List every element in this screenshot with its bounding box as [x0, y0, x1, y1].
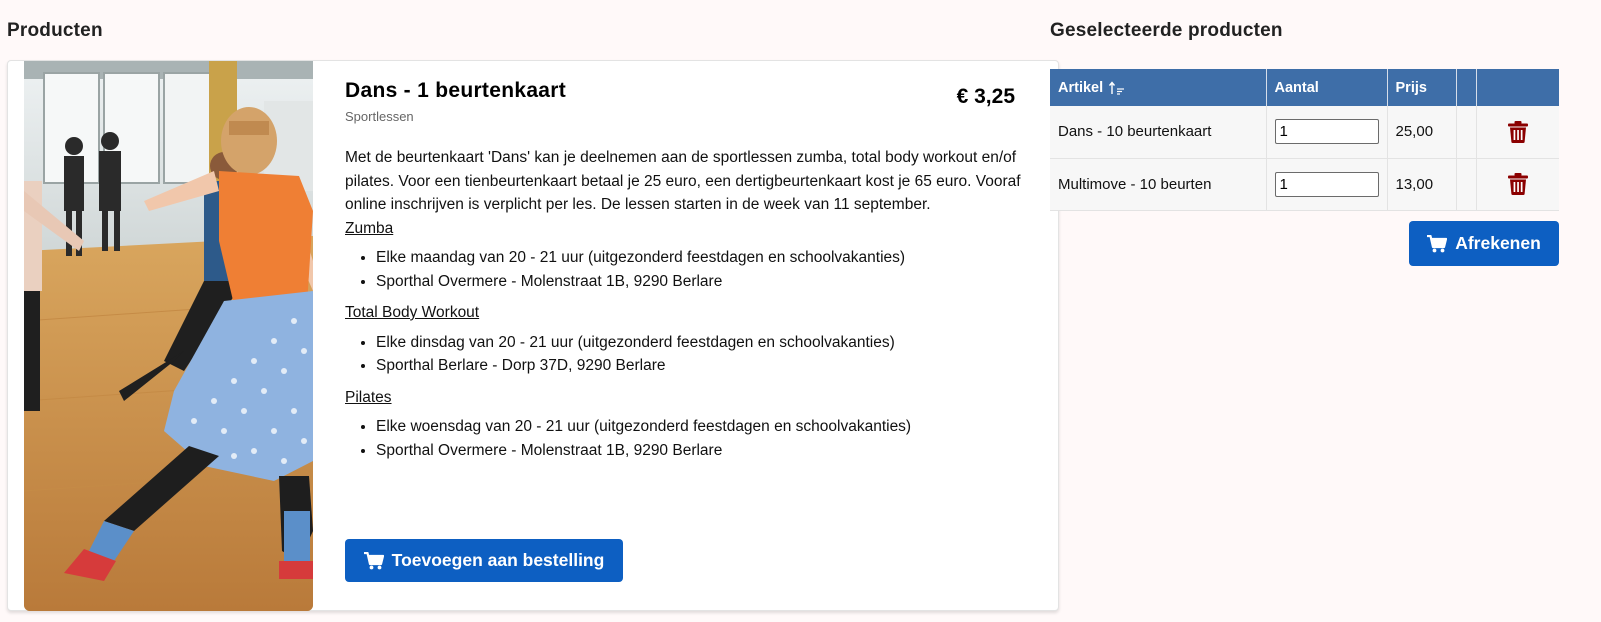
table-header-row: Artikel Aantal Prijs — [1050, 69, 1559, 106]
cell-quantity — [1266, 106, 1388, 159]
column-header-article[interactable]: Artikel — [1050, 69, 1267, 106]
product-card: Dans - 1 beurtenkaart Sportlessen € 3,25… — [7, 60, 1059, 611]
cart-section: Geselecteerde producten Artikel Aantal P… — [1050, 20, 1559, 266]
cell-article: Dans - 10 beurtenkaart — [1050, 106, 1267, 159]
column-header-empty — [1456, 69, 1477, 106]
list-item: Sporthal Berlare - Dorp 37D, 9290 Berlar… — [376, 354, 1035, 378]
table-row: Multimove - 10 beurten 13,00 — [1050, 158, 1559, 211]
cart-icon — [1427, 234, 1448, 252]
quantity-input[interactable] — [1274, 119, 1379, 145]
list-item: Elke maandag van 20 - 21 uur (uitgezonde… — [376, 246, 1035, 270]
product-name: Dans - 1 beurtenkaart — [345, 79, 567, 102]
lesson-list-total-body-workout: Elke dinsdag van 20 - 21 uur (uitgezonde… — [345, 331, 1035, 378]
product-price: € 3,25 — [956, 85, 1015, 108]
cell-price: 13,00 — [1387, 158, 1457, 211]
product-details: Dans - 1 beurtenkaart Sportlessen € 3,25… — [345, 79, 1035, 470]
cell-price: 25,00 — [1387, 106, 1457, 159]
lesson-link-zumba[interactable]: Zumba — [345, 217, 393, 241]
products-title: Producten — [7, 20, 103, 41]
lesson-link-total-body-workout[interactable]: Total Body Workout — [345, 301, 479, 325]
add-to-order-button[interactable]: Toevoegen aan bestelling — [345, 539, 623, 582]
sort-ascending-icon — [1109, 81, 1125, 95]
list-item: Elke woensdag van 20 - 21 uur (uitgezond… — [376, 415, 1035, 439]
trash-icon — [1507, 173, 1528, 195]
quantity-input[interactable] — [1274, 171, 1379, 197]
add-to-order-label: Toevoegen aan bestelling — [391, 550, 605, 570]
cart-table: Artikel Aantal Prijs Dans - 10 beurtenka… — [1050, 69, 1559, 211]
cell-delete — [1476, 158, 1559, 211]
lesson-list-pilates: Elke woensdag van 20 - 21 uur (uitgezond… — [345, 415, 1035, 462]
cart-icon — [363, 551, 384, 569]
cell-empty — [1456, 158, 1477, 211]
checkout-label: Afrekenen — [1455, 233, 1541, 253]
cart-title: Geselecteerde producten — [1050, 20, 1283, 41]
product-photo — [24, 61, 313, 611]
product-category: Sportlessen — [345, 109, 414, 124]
description-intro: Met de beurtenkaart 'Dans' kan je deelne… — [345, 149, 1021, 213]
cell-delete — [1476, 106, 1559, 159]
page: Producten Dans - 1 beurtenkaart Sportles… — [0, 0, 1601, 622]
column-header-article-label: Artikel — [1058, 79, 1104, 96]
cell-quantity — [1266, 158, 1388, 211]
dance-class-photo — [24, 61, 313, 611]
delete-button[interactable] — [1485, 173, 1552, 195]
products-section: Producten Dans - 1 beurtenkaart Sportles… — [7, 20, 1059, 611]
lesson-list-zumba: Elke maandag van 20 - 21 uur (uitgezonde… — [345, 246, 1035, 293]
product-description: Met de beurtenkaart 'Dans' kan je deelne… — [345, 146, 1035, 462]
list-item: Sporthal Overmere - Molenstraat 1B, 9290… — [376, 270, 1035, 294]
delete-button[interactable] — [1485, 120, 1552, 143]
checkout-button[interactable]: Afrekenen — [1409, 221, 1559, 266]
column-header-actions — [1476, 69, 1559, 106]
list-item: Sporthal Overmere - Molenstraat 1B, 9290… — [376, 439, 1035, 463]
table-row: Dans - 10 beurtenkaart 25,00 — [1050, 106, 1559, 159]
trash-icon — [1507, 120, 1528, 143]
list-item: Elke dinsdag van 20 - 21 uur (uitgezonde… — [376, 331, 1035, 355]
column-header-quantity[interactable]: Aantal — [1266, 69, 1388, 106]
cell-article: Multimove - 10 beurten — [1050, 158, 1267, 211]
column-header-price[interactable]: Prijs — [1387, 69, 1457, 106]
cell-empty — [1456, 106, 1477, 159]
lesson-link-pilates[interactable]: Pilates — [345, 386, 392, 410]
